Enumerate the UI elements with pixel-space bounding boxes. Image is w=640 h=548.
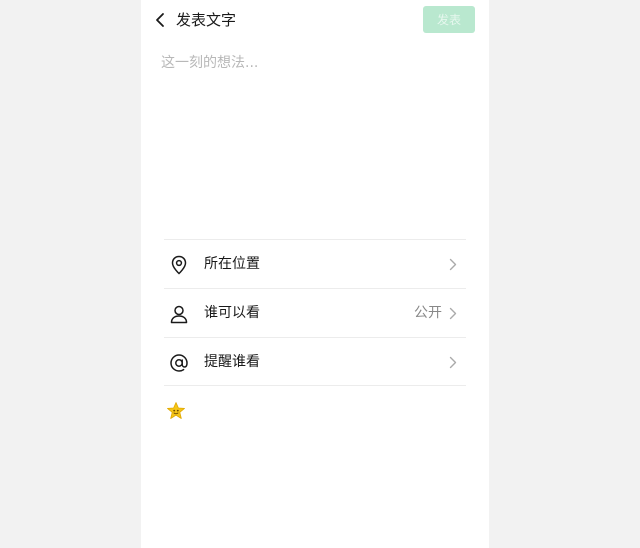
visibility-label: 谁可以看 bbox=[204, 305, 260, 321]
chevron-right-icon bbox=[448, 355, 458, 369]
person-icon bbox=[168, 303, 190, 325]
mention-row[interactable]: 提醒谁看 bbox=[164, 338, 466, 386]
divider bbox=[164, 385, 466, 386]
chevron-left-icon bbox=[156, 13, 164, 27]
phone-screen: 发表文字 发表 所在位置 谁可以看 公开 bbox=[141, 0, 489, 548]
visibility-value: 公开 bbox=[414, 305, 442, 321]
emoji-button[interactable] bbox=[165, 400, 187, 422]
location-pin-icon bbox=[168, 254, 190, 276]
location-label: 所在位置 bbox=[204, 256, 260, 272]
publish-button[interactable]: 发表 bbox=[423, 6, 475, 33]
visibility-row[interactable]: 谁可以看 公开 bbox=[164, 289, 466, 337]
chevron-right-icon bbox=[448, 257, 458, 271]
mention-label: 提醒谁看 bbox=[204, 354, 260, 370]
star-emoji-icon bbox=[167, 402, 185, 419]
page-title: 发表文字 bbox=[176, 11, 237, 29]
location-row[interactable]: 所在位置 bbox=[164, 240, 466, 288]
back-button[interactable] bbox=[149, 8, 171, 32]
top-bar: 发表文字 发表 bbox=[141, 0, 489, 40]
at-sign-icon bbox=[168, 352, 190, 374]
post-text-input[interactable] bbox=[161, 52, 471, 202]
chevron-right-icon bbox=[448, 306, 458, 320]
